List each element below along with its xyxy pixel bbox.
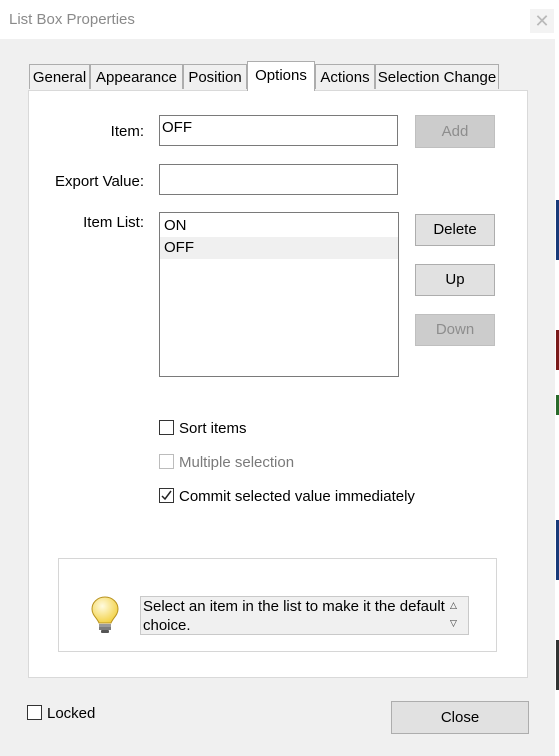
down-button[interactable]: Down bbox=[415, 314, 495, 346]
tab-position[interactable]: Position bbox=[183, 64, 247, 89]
item-list-label: Item List: bbox=[83, 214, 144, 231]
locked-checkbox[interactable] bbox=[27, 705, 42, 720]
checkmark-icon bbox=[161, 490, 172, 501]
delete-button[interactable]: Delete bbox=[415, 214, 495, 246]
tab-options[interactable]: Options bbox=[247, 61, 315, 91]
commit-immediately-label: Commit selected value immediately bbox=[179, 488, 415, 505]
hint-text: Select an item in the list to make it th… bbox=[140, 596, 469, 635]
list-item[interactable]: ON bbox=[160, 215, 398, 237]
locked-label: Locked bbox=[47, 705, 96, 722]
sort-items-label: Sort items bbox=[179, 420, 247, 437]
item-label: Item: bbox=[110, 123, 144, 140]
window-title: List Box Properties bbox=[9, 11, 135, 28]
up-button[interactable]: Up bbox=[415, 264, 495, 296]
scroll-down-icon[interactable]: ▽ bbox=[450, 618, 457, 629]
multiple-selection-label: Multiple selection bbox=[179, 454, 295, 471]
scroll-up-icon[interactable]: △ bbox=[450, 600, 457, 611]
close-icon[interactable]: ✕ bbox=[530, 9, 554, 33]
item-input[interactable]: OFF bbox=[159, 115, 398, 146]
title-bar: List Box Properties ✕ bbox=[0, 0, 559, 39]
close-button[interactable]: Close bbox=[391, 701, 529, 734]
export-value-label: Export Value: bbox=[55, 173, 144, 190]
export-value-input[interactable] bbox=[159, 164, 398, 195]
sort-items-checkbox[interactable] bbox=[159, 420, 174, 435]
item-list[interactable]: ON OFF bbox=[159, 212, 399, 377]
tab-actions[interactable]: Actions bbox=[315, 64, 375, 89]
tab-general[interactable]: General bbox=[29, 64, 90, 89]
list-item-selected[interactable]: OFF bbox=[160, 237, 398, 259]
tab-selection-change[interactable]: Selection Change bbox=[375, 64, 499, 89]
tab-appearance[interactable]: Appearance bbox=[90, 64, 183, 89]
add-button[interactable]: Add bbox=[415, 115, 495, 148]
background-window-edge bbox=[555, 0, 559, 756]
commit-immediately-checkbox[interactable] bbox=[159, 488, 174, 503]
lightbulb-icon bbox=[91, 596, 119, 633]
multiple-selection-checkbox[interactable] bbox=[159, 454, 174, 469]
